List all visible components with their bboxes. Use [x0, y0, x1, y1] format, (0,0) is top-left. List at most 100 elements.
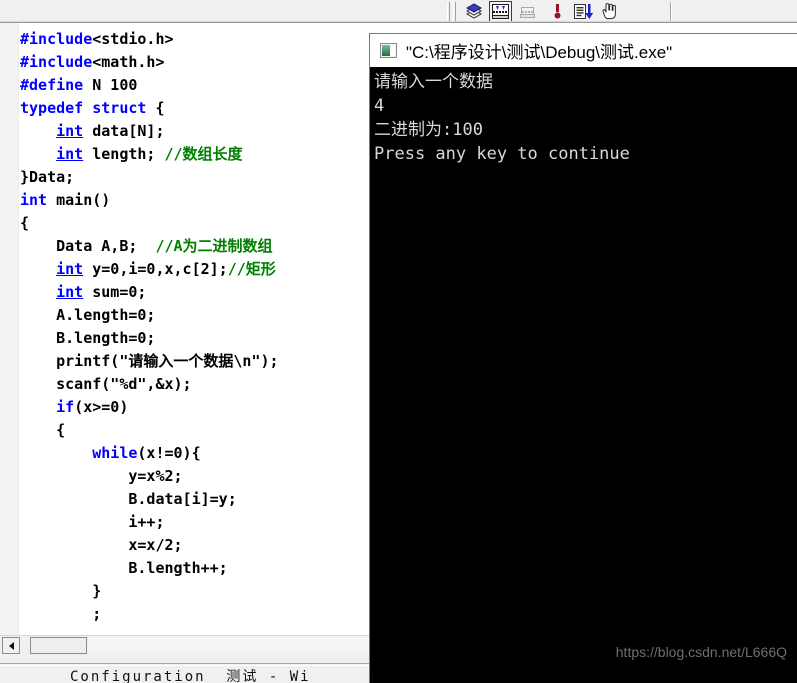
- code-keyword: int: [56, 283, 84, 301]
- code-text: {: [20, 214, 30, 232]
- toolbar-grip-handle[interactable]: [447, 2, 450, 21]
- code-text: main(): [47, 191, 111, 209]
- build-disabled-icon: [516, 1, 539, 22]
- code-line: B.data[i]=y;: [20, 488, 386, 511]
- output-panel-text: Configuration 测试 - Wi: [70, 669, 311, 683]
- code-line: ;: [20, 603, 386, 626]
- code-text: B.length++;: [20, 559, 228, 577]
- code-line: x=x/2;: [20, 534, 386, 557]
- code-text: y=x%2;: [20, 467, 183, 485]
- code-comment: //矩形: [227, 260, 276, 278]
- code-text: B.data[i]=y;: [20, 490, 237, 508]
- code-text: (x>=0): [74, 398, 129, 416]
- code-line: B.length++;: [20, 557, 386, 580]
- toolbar-separator: [670, 2, 672, 21]
- code-line: {: [20, 212, 386, 235]
- code-text: }: [20, 582, 102, 600]
- code-text: }Data;: [20, 168, 75, 186]
- pointer-hand-icon[interactable]: [598, 1, 621, 22]
- code-text: N 100: [83, 76, 138, 94]
- build-icon-glyph: [492, 4, 509, 19]
- code-line: Data A,B; //A为二进制数组: [20, 235, 386, 258]
- code-text: scanf("%d",&x);: [20, 375, 192, 393]
- scroll-left-arrow-icon[interactable]: [2, 637, 20, 654]
- scrollbar-track[interactable]: [88, 637, 384, 654]
- code-text: length;: [83, 145, 165, 163]
- code-line: }Data;: [20, 166, 386, 189]
- watermark-text: https://blog.csdn.net/L666Q: [615, 644, 787, 660]
- code-keyword: if: [56, 398, 75, 416]
- output-panel[interactable]: Configuration 测试 - Wi: [0, 655, 386, 683]
- left-arrow-glyph: [8, 641, 14, 650]
- code-line: i++;: [20, 511, 386, 534]
- code-text: B.length=0;: [20, 329, 156, 347]
- build-disabled-icon-glyph: [520, 7, 535, 18]
- code-text: ;: [20, 605, 102, 623]
- code-text: {: [20, 421, 66, 439]
- code-line: B.length=0;: [20, 327, 386, 350]
- toolbar: [0, 0, 797, 23]
- editor-selection-margin[interactable]: [0, 23, 19, 635]
- build-icon[interactable]: [489, 1, 512, 22]
- code-line: typedef struct {: [20, 97, 386, 120]
- code-keyword: typedef struct: [20, 99, 147, 117]
- console-title-bar[interactable]: "C:\程序设计\测试\Debug\测试.exe": [370, 34, 797, 67]
- code-keyword: while: [92, 444, 138, 462]
- code-line: int sum=0;: [20, 281, 386, 304]
- scrollbar-thumb[interactable]: [30, 637, 87, 654]
- code-line: #define N 100: [20, 74, 386, 97]
- code-line: }: [20, 580, 386, 603]
- editor-horizontal-scrollbar[interactable]: [0, 635, 386, 655]
- code-keyword: int: [20, 191, 48, 209]
- code-keyword: #include: [20, 53, 93, 71]
- console-output-text: 请输入一个数据 4 二进制为:100 Press any key to cont…: [374, 72, 630, 164]
- code-line: int length; //数组长度: [20, 143, 386, 166]
- code-line: #include<math.h>: [20, 51, 386, 74]
- code-line: printf("请输入一个数据\n");: [20, 350, 386, 373]
- code-text: Data A,B;: [20, 237, 156, 255]
- execute-icon-glyph: [574, 4, 594, 19]
- code-text: y=0,i=0,x,c[2];: [83, 260, 228, 278]
- code-keyword: int: [56, 122, 84, 140]
- breakpoint-icon-glyph: [554, 4, 561, 19]
- code-line: y=x%2;: [20, 465, 386, 488]
- code-line: int y=0,i=0,x,c[2];//矩形: [20, 258, 386, 281]
- code-line: A.length=0;: [20, 304, 386, 327]
- code-text: {: [146, 99, 165, 117]
- code-text: A.length=0;: [20, 306, 156, 324]
- code-line: while(x!=0){: [20, 442, 386, 465]
- execute-icon[interactable]: [572, 1, 595, 22]
- console-output-area[interactable]: 请输入一个数据 4 二进制为:100 Press any key to cont…: [370, 67, 797, 683]
- code-text: i++;: [20, 513, 165, 531]
- breakpoint-icon[interactable]: [546, 1, 569, 22]
- code-text: data[N];: [83, 122, 165, 140]
- code-line: {: [20, 419, 386, 442]
- code-text: printf("请输入一个数据\n");: [20, 352, 279, 370]
- code-line: #include<stdio.h>: [20, 28, 386, 51]
- compile-icon-glyph: [465, 3, 483, 19]
- code-comment: //A为二进制数组: [155, 237, 273, 255]
- compile-icon[interactable]: [462, 1, 485, 22]
- code-text: <stdio.h>: [92, 30, 174, 48]
- code-keyword: int: [56, 145, 84, 163]
- code-keyword: #include: [20, 30, 93, 48]
- toolbar-grip-handle-2[interactable]: [453, 2, 456, 21]
- console-window-icon: [380, 43, 397, 58]
- code-line: int main(): [20, 189, 386, 212]
- code-editor[interactable]: #include<stdio.h> #include<math.h> #define…: [0, 23, 386, 635]
- code-text: x=x/2;: [20, 536, 183, 554]
- source-code-text[interactable]: #include<stdio.h> #include<math.h> #define…: [20, 28, 386, 626]
- console-title-text: "C:\程序设计\测试\Debug\测试.exe": [406, 43, 673, 62]
- code-text: (x!=0){: [137, 444, 201, 462]
- code-line: int data[N];: [20, 120, 386, 143]
- code-comment: //数组长度: [164, 145, 243, 163]
- console-window[interactable]: "C:\程序设计\测试\Debug\测试.exe" 请输入一个数据 4 二进制为…: [369, 33, 797, 683]
- code-text: <math.h>: [92, 53, 165, 71]
- code-keyword: int: [56, 260, 84, 278]
